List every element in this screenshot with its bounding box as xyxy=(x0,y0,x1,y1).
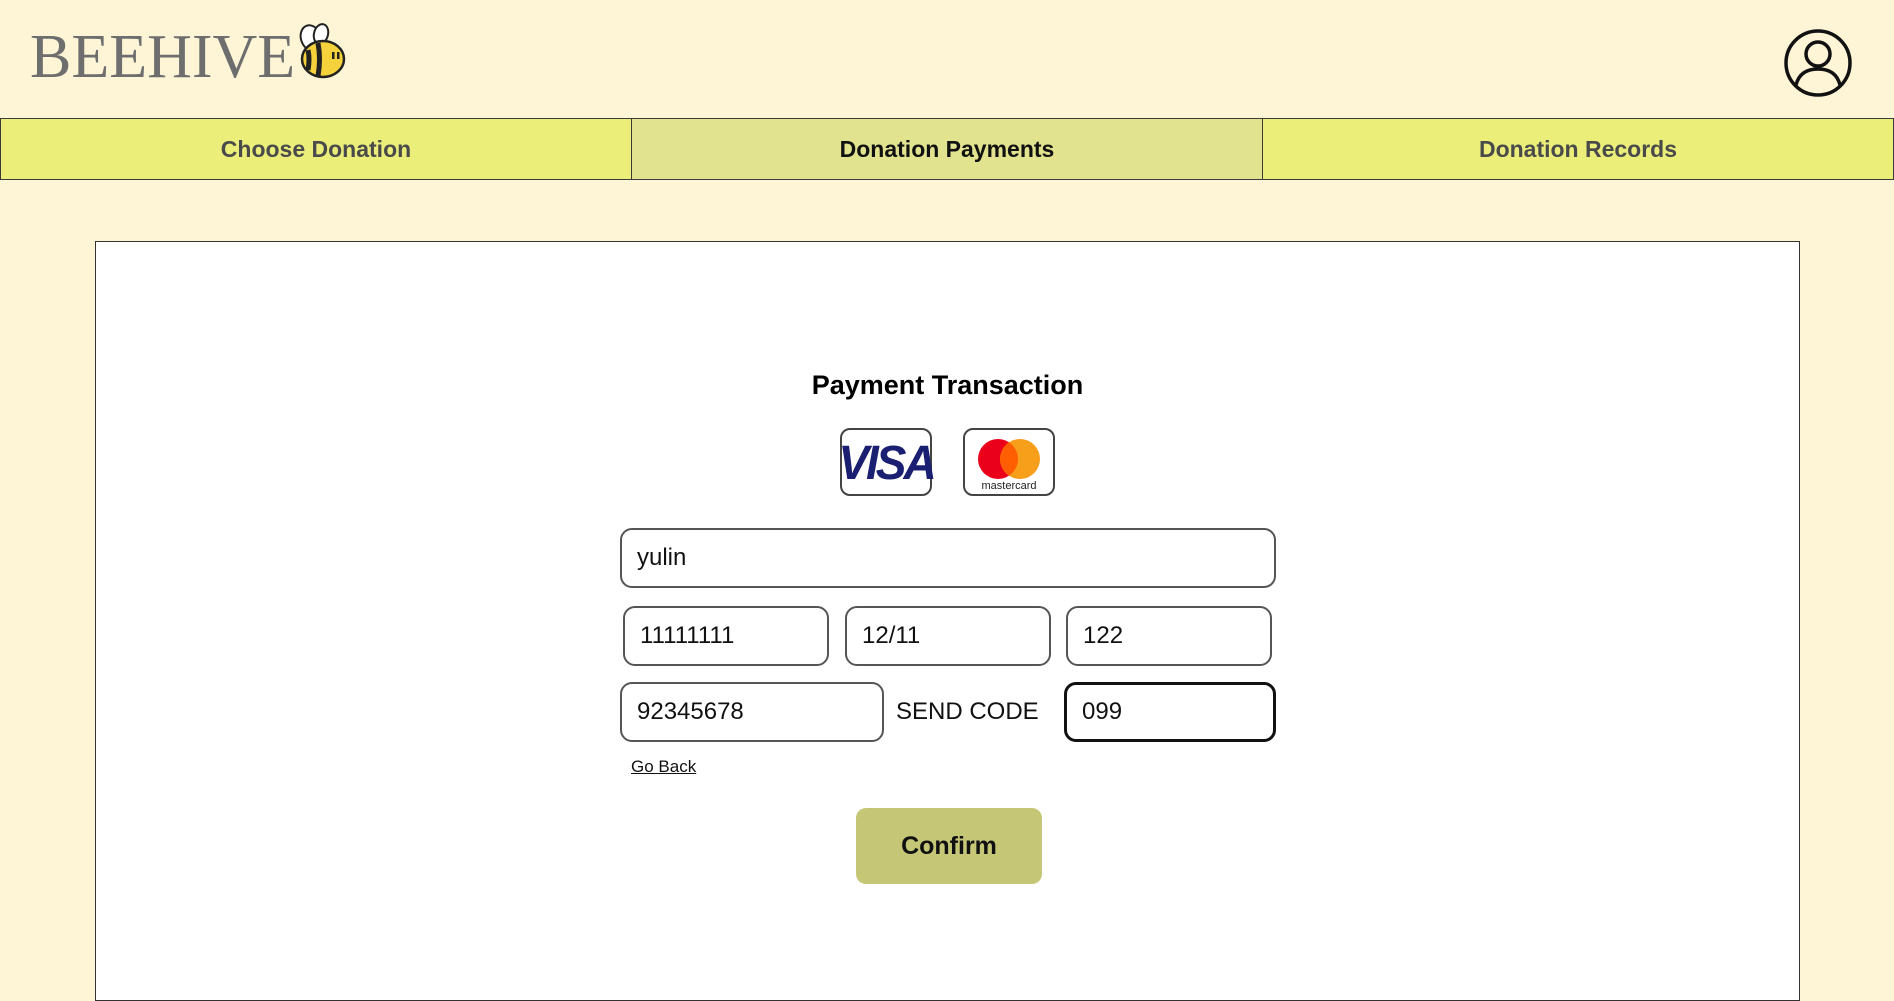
go-back-link[interactable]: Go Back xyxy=(631,757,696,777)
mastercard-logo[interactable]: mastercard xyxy=(963,428,1055,496)
visa-label: VISA xyxy=(838,434,936,490)
logo-text: BEEHIVE xyxy=(30,23,296,91)
nav-tabs: Choose Donation Donation Payments Donati… xyxy=(0,118,1894,180)
phone-number-input[interactable] xyxy=(620,682,884,742)
expiry-date-input[interactable] xyxy=(845,606,1051,666)
payment-card: Payment Transaction VISA mastercard SEND… xyxy=(95,241,1800,1001)
cardholder-name-input[interactable] xyxy=(620,528,1276,588)
header: BEEHIVE xyxy=(0,0,1894,118)
tab-donation-records[interactable]: Donation Records xyxy=(1263,118,1894,180)
verification-code-input[interactable] xyxy=(1064,682,1276,742)
send-code-button[interactable]: SEND CODE xyxy=(896,698,1039,726)
bee-icon xyxy=(299,23,346,79)
cvv-input[interactable] xyxy=(1066,606,1272,666)
visa-logo[interactable]: VISA xyxy=(838,428,937,496)
confirm-button[interactable]: Confirm xyxy=(856,808,1042,884)
page-title: Payment Transaction xyxy=(811,370,1084,400)
card-number-input[interactable] xyxy=(623,606,829,666)
mastercard-label: mastercard xyxy=(981,480,1036,492)
user-avatar-icon[interactable] xyxy=(1784,29,1852,97)
tab-donation-payments[interactable]: Donation Payments xyxy=(632,118,1263,180)
mastercard-icon: mastercard xyxy=(978,439,1040,492)
tab-choose-donation[interactable]: Choose Donation xyxy=(0,118,632,180)
